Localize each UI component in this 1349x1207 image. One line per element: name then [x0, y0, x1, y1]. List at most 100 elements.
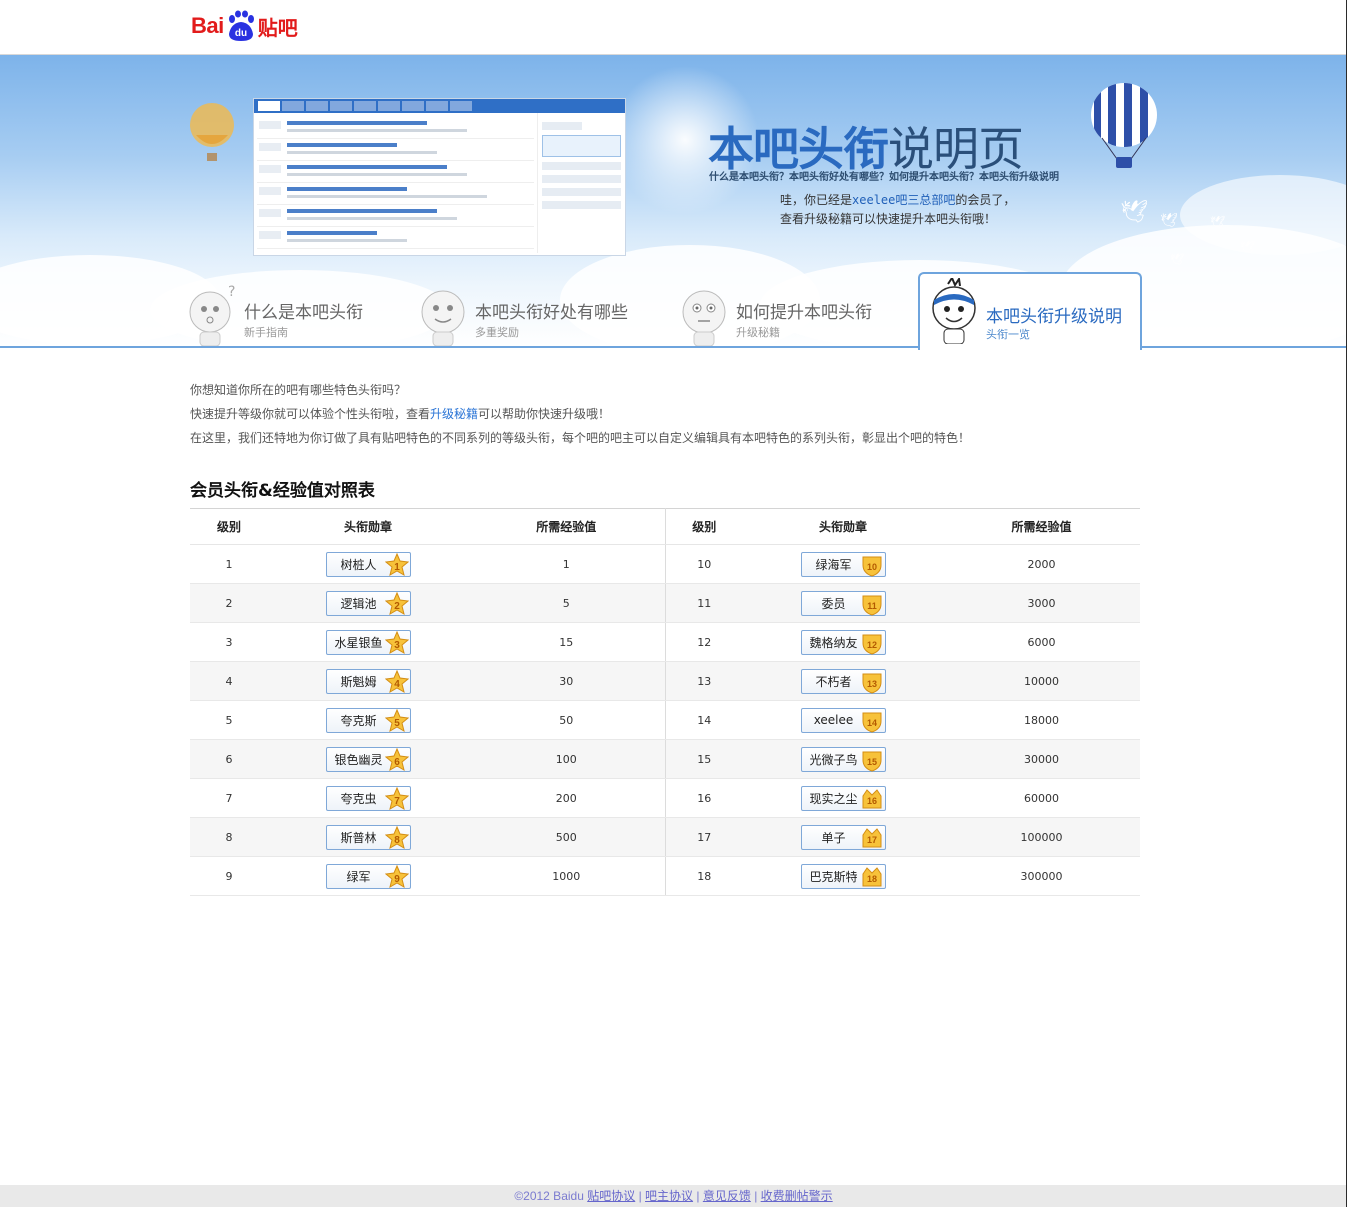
tab-sublabel: 头衔一览: [986, 328, 1030, 341]
dove-icon: 🕊: [1240, 240, 1256, 254]
column-header: 所需经验值: [943, 508, 1140, 545]
dove-icon: 🕊: [1160, 213, 1178, 229]
svg-text:11: 11: [867, 601, 877, 611]
title-badge-cell: 树桩人 1: [268, 544, 468, 584]
title-name: 逻辑池: [340, 596, 377, 611]
level-star-icon: 7: [384, 786, 409, 811]
table-row: 2 逻辑池 2 5 11 委员 11 3000: [190, 583, 1140, 623]
level-star-icon: 9: [384, 864, 409, 889]
tab-what-is-title[interactable]: ? 什么是本吧头衔 新手指南: [186, 278, 386, 348]
footer-link-paid-deletion-warning[interactable]: 收费删帖警示: [761, 1189, 833, 1203]
level-cell: 8: [190, 817, 268, 857]
title-badge: 夸克斯 5: [325, 707, 411, 733]
upgrade-tips-link[interactable]: 升级秘籍: [430, 407, 478, 421]
paw-icon: du: [225, 10, 257, 42]
footer-link-owner-agreement[interactable]: 吧主协议: [645, 1189, 693, 1203]
cartoon-face-icon: [417, 284, 469, 347]
title-badge-cell: 水星银鱼 3: [268, 622, 468, 662]
tab-upgrade-description[interactable]: 本吧头衔升级说明 头衔一览: [918, 272, 1142, 350]
logo-du-text: du: [235, 28, 247, 39]
svg-text:2: 2: [394, 601, 400, 612]
top-header: Bai du 贴吧: [0, 0, 1347, 55]
exp-cell: 1000: [468, 856, 666, 896]
title-badge-cell: 单子 17: [743, 817, 943, 857]
tab-sublabel: 新手指南: [244, 326, 288, 339]
exp-cell: 60000: [943, 778, 1140, 818]
level-star-icon: 1: [384, 552, 409, 577]
level-cell: 9: [190, 856, 268, 896]
exp-cell: 6000: [943, 622, 1140, 662]
title-name: 夸克斯: [340, 713, 377, 728]
title-name: 光微子鸟: [809, 752, 858, 767]
title-name: 夸克虫: [340, 791, 377, 806]
title-badge-cell: 不朽者 13: [743, 661, 943, 701]
level-cell: 13: [665, 661, 743, 701]
title-badge-cell: 夸克斯 5: [268, 700, 468, 740]
title-name: xeelee: [813, 713, 854, 727]
baidu-tieba-logo[interactable]: Bai du 贴吧: [191, 8, 298, 44]
title-badge: 单子 17: [800, 824, 886, 850]
svg-text:9: 9: [394, 874, 400, 885]
svg-text:16: 16: [866, 796, 876, 806]
svg-text:8: 8: [394, 835, 400, 846]
title-badge: 银色幽灵 6: [325, 746, 411, 772]
exp-cell: 100: [468, 739, 666, 779]
title-badge-cell: 银色幽灵 6: [268, 739, 468, 779]
exp-cell: 100000: [943, 817, 1140, 857]
column-header: 级别: [190, 508, 268, 545]
balloon-icon: [186, 101, 238, 163]
title-badge: 绿海军 10: [800, 551, 886, 577]
exp-cell: 2000: [943, 544, 1140, 584]
svg-text:14: 14: [866, 718, 876, 728]
level-star-icon: 5: [384, 708, 409, 733]
section-title: 会员头衔&经验值对照表: [190, 481, 375, 501]
title-badge: 委员 11: [800, 590, 886, 616]
exp-cell: 30: [468, 661, 666, 701]
table-row: 9 绿军 9 1000 18 巴克斯特 18 300000: [190, 856, 1140, 896]
title-badge: 树桩人 1: [325, 551, 411, 577]
title-name: 绿海军: [815, 557, 852, 572]
tab-label: 本吧头衔好处有哪些: [475, 303, 628, 323]
level-shield-icon: 12: [860, 631, 884, 655]
title-badge: 现实之尘 16: [800, 785, 886, 811]
title-name: 水星银鱼: [334, 635, 383, 650]
hot-air-balloon-icon: [1088, 82, 1160, 172]
cartoon-face-icon: [928, 275, 980, 345]
tab-sublabel: 多重奖励: [475, 326, 519, 339]
exp-cell: 3000: [943, 583, 1140, 623]
title-name: 斯魁姆: [340, 674, 377, 689]
title-badge: 斯普林 8: [325, 824, 411, 850]
svg-text:4: 4: [394, 679, 400, 690]
level-shield-icon: 17: [860, 826, 884, 850]
svg-text:10: 10: [866, 562, 876, 572]
title-name: 单子: [821, 830, 846, 845]
tab-how-to-upgrade[interactable]: 如何提升本吧头衔 升级秘籍: [678, 278, 888, 348]
level-shield-icon: 11: [860, 592, 884, 616]
level-cell: 14: [665, 700, 743, 740]
level-star-icon: 4: [384, 669, 409, 694]
exp-cell: 18000: [943, 700, 1140, 740]
table-row: 5 夸克斯 5 50 14 xeelee 14 18000: [190, 700, 1140, 740]
title-badge-cell: 绿海军 10: [743, 544, 943, 584]
level-shield-icon: 18: [860, 865, 884, 889]
title-badge: 魏格纳友 12: [800, 629, 886, 655]
exp-cell: 1: [468, 544, 666, 584]
dove-icon: 🕊: [1210, 215, 1226, 229]
title-badge-cell: 斯魁姆 4: [268, 661, 468, 701]
level-shield-icon: 16: [860, 787, 884, 811]
svg-text:7: 7: [394, 796, 400, 807]
title-name: 不朽者: [815, 674, 852, 689]
tab-benefits[interactable]: 本吧头衔好处有哪些 多重奖励: [417, 278, 647, 348]
svg-text:6: 6: [394, 757, 400, 768]
intro-line: 你想知道你所在的吧有哪些特色头衔吗？: [190, 383, 407, 397]
title-badge-cell: 绿军 9: [268, 856, 468, 896]
table-row: 1 树桩人 1 1 10 绿海军 10 2000: [190, 544, 1140, 584]
title-badge-cell: 魏格纳友 12: [743, 622, 943, 662]
title-badge: 巴克斯特 18: [800, 863, 886, 889]
footer-link-feedback[interactable]: 意见反馈: [703, 1189, 751, 1203]
exp-cell: 15: [468, 622, 666, 662]
level-star-icon: 6: [384, 747, 409, 772]
exp-cell: 300000: [943, 856, 1140, 896]
intro-text: 你想知道你所在的吧有哪些特色头衔吗？ 快速提升等级你就可以体验个性头衔啦，查看升…: [190, 378, 1150, 450]
footer-link-tieba-agreement[interactable]: 贴吧协议: [587, 1189, 635, 1203]
